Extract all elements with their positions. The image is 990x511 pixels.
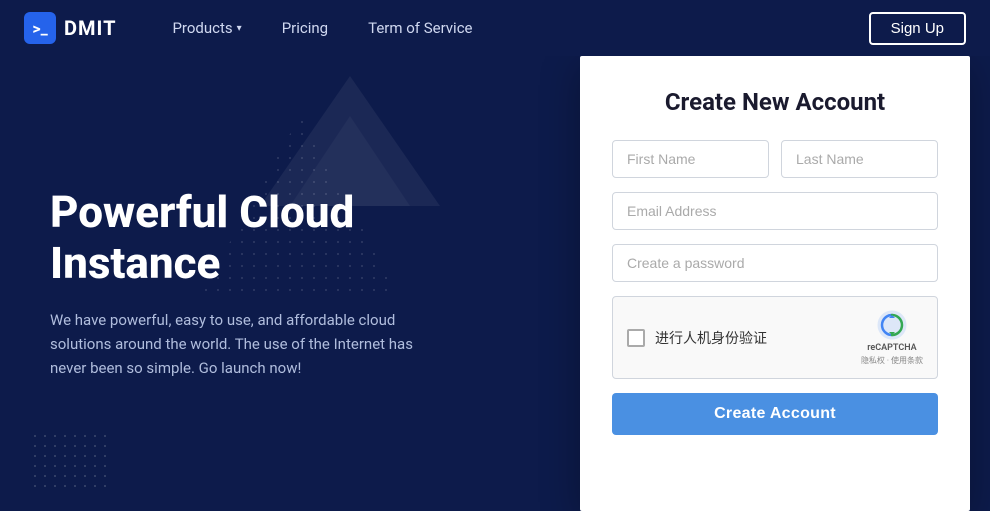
signup-form-card: Create New Account 进行人机身份验证: [580, 56, 970, 511]
nav-tos[interactable]: Term of Service: [352, 11, 488, 45]
captcha-left: 进行人机身份验证: [627, 328, 767, 348]
hero-description: We have powerful, easy to use, and affor…: [50, 308, 430, 380]
logo-icon: >_: [24, 12, 56, 44]
hero-title: Powerful Cloud Instance: [50, 187, 510, 288]
logo-text: DMIT: [64, 16, 116, 40]
main-content: Powerful Cloud Instance We have powerful…: [0, 56, 990, 511]
first-name-input[interactable]: [612, 140, 769, 178]
nav-right: Sign Up: [869, 12, 966, 45]
last-name-field: [781, 140, 938, 178]
captcha-label: 进行人机身份验证: [655, 328, 767, 348]
recaptcha-brand-label: reCAPTCHA: [867, 343, 916, 353]
last-name-input[interactable]: [781, 140, 938, 178]
nav-links: Products ▾ Pricing Term of Service: [156, 11, 868, 45]
create-account-button[interactable]: Create Account: [612, 393, 938, 435]
recaptcha-links: 隐私权 · 使用条款: [861, 355, 923, 366]
hero-section: Powerful Cloud Instance We have powerful…: [0, 56, 560, 511]
signup-button[interactable]: Sign Up: [869, 12, 966, 45]
email-input[interactable]: [612, 192, 938, 230]
password-group: [612, 244, 938, 282]
email-group: [612, 192, 938, 230]
first-name-field: [612, 140, 769, 178]
chevron-down-icon: ▾: [237, 23, 242, 34]
recaptcha-logo-icon: [876, 309, 908, 341]
name-row: [612, 140, 938, 178]
captcha-box: 进行人机身份验证 reCAPTCHA 隐私权 · 使用条款: [612, 296, 938, 379]
hero-content: Powerful Cloud Instance We have powerful…: [50, 187, 510, 380]
nav-products[interactable]: Products ▾: [156, 11, 257, 45]
nav-pricing[interactable]: Pricing: [266, 11, 344, 45]
navbar: >_ DMIT Products ▾ Pricing Term of Servi…: [0, 0, 990, 56]
password-input[interactable]: [612, 244, 938, 282]
logo-area: >_ DMIT: [24, 12, 116, 44]
captcha-right: reCAPTCHA 隐私权 · 使用条款: [861, 309, 923, 366]
form-section: Create New Account 进行人机身份验证: [560, 56, 990, 511]
dots-bottom-left-decoration: [30, 431, 110, 491]
form-title: Create New Account: [612, 88, 938, 116]
captcha-checkbox[interactable]: [627, 329, 645, 347]
